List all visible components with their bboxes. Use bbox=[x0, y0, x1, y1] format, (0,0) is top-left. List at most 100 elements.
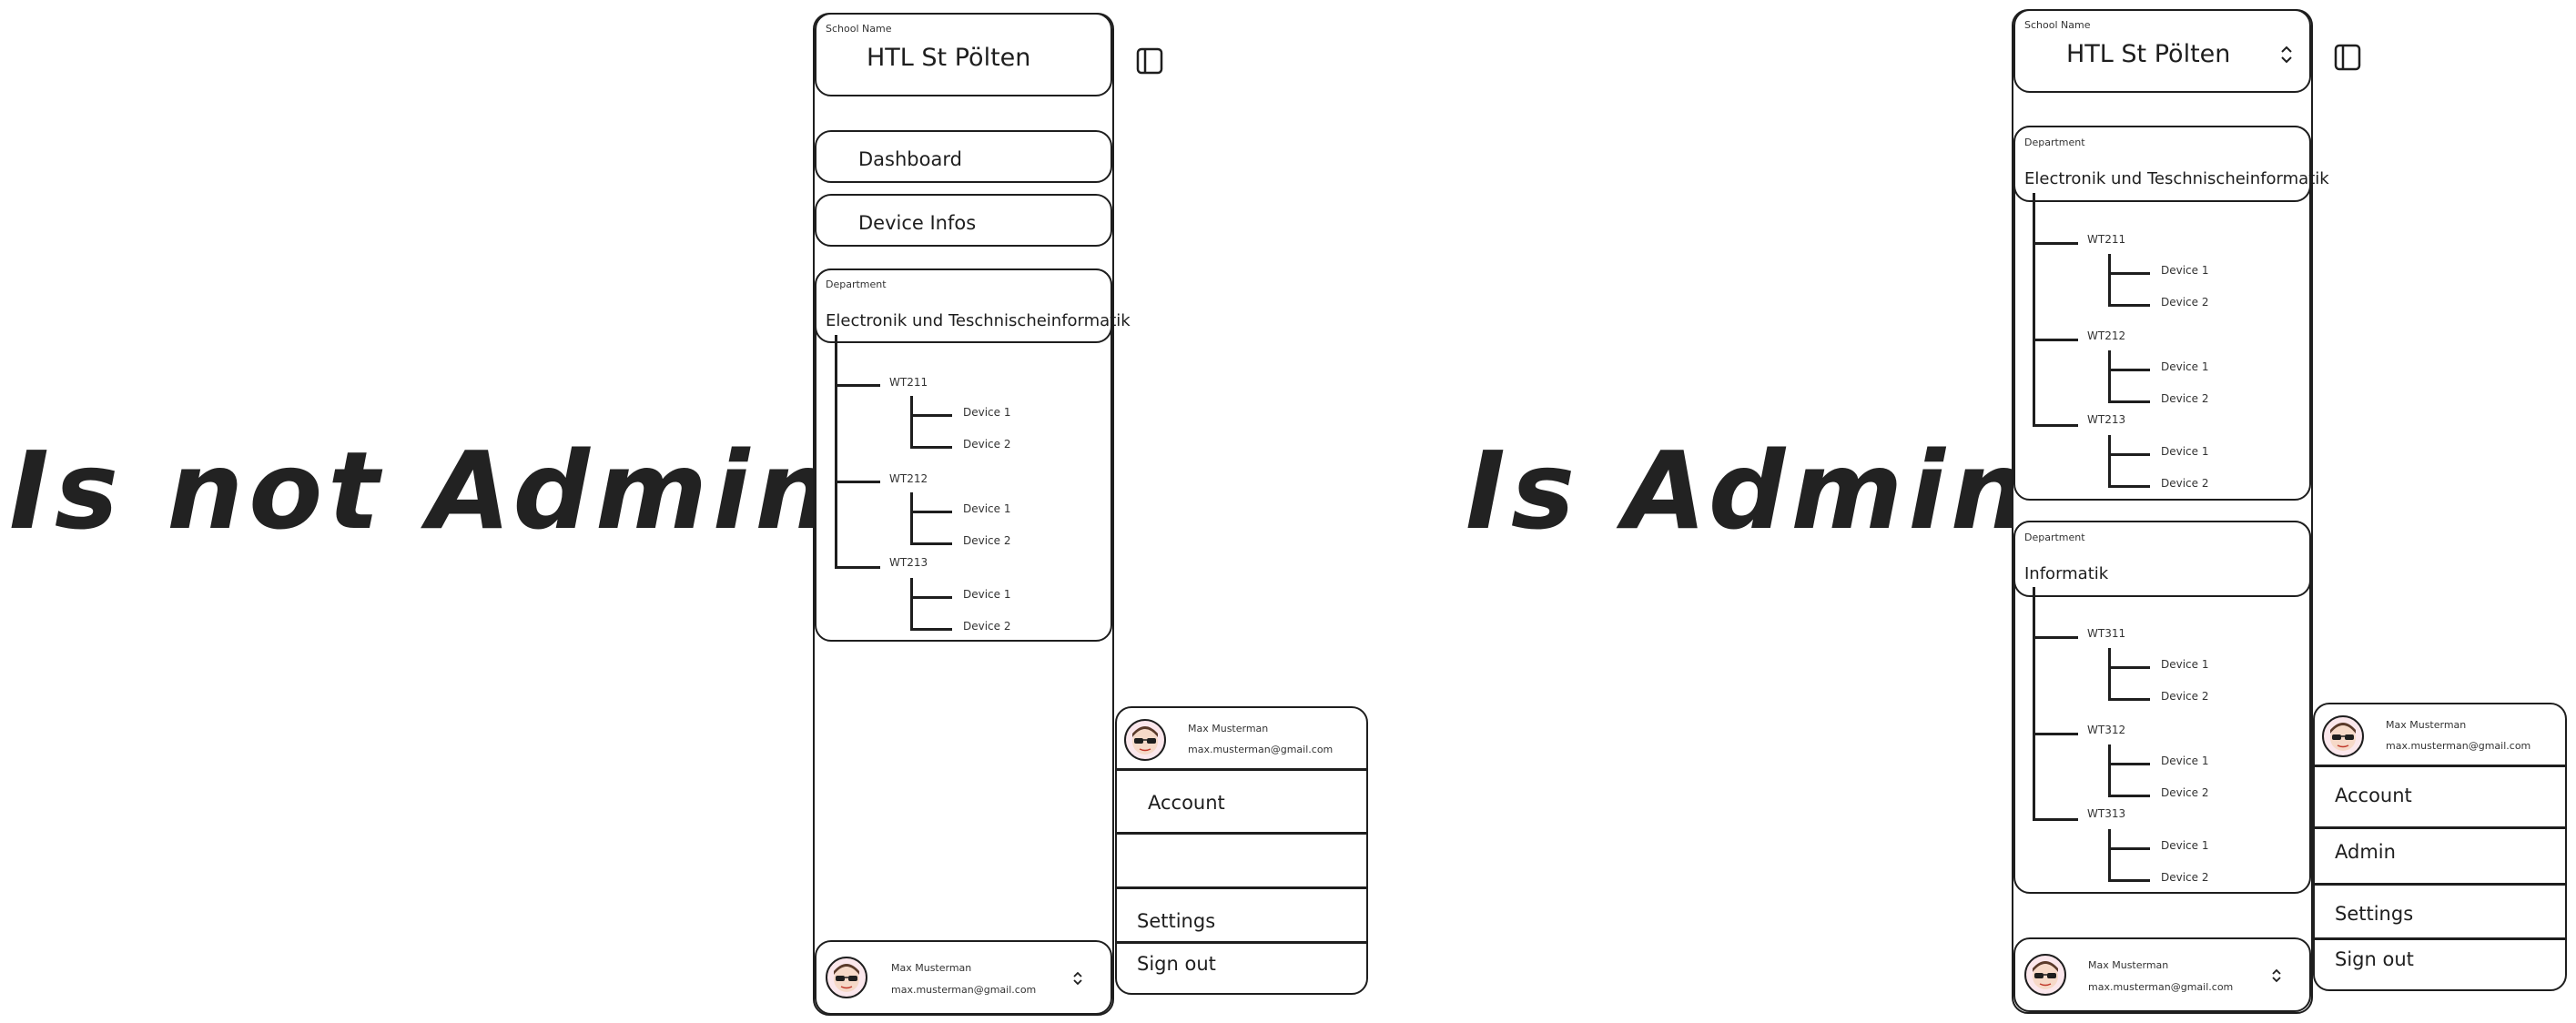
department-name: Informatik bbox=[2024, 564, 2109, 583]
user-menu: Max Musterman max.musterman@gmail.com Ac… bbox=[1115, 706, 1368, 995]
device-item[interactable]: Device 1 bbox=[2161, 839, 2209, 852]
department-caption: Department bbox=[2024, 137, 2085, 148]
avatar bbox=[2024, 954, 2066, 996]
sidebar-toggle-icon[interactable] bbox=[2334, 44, 2361, 71]
device-item[interactable]: Device 1 bbox=[2161, 755, 2209, 767]
tree-sub-branch bbox=[2108, 304, 2150, 307]
department-selector[interactable]: Department Electronik und Teschnischeinf… bbox=[2013, 126, 2329, 202]
tree-sub-trunk bbox=[910, 396, 913, 447]
device-item[interactable]: Device 1 bbox=[963, 502, 1011, 515]
school-caption: School Name bbox=[2024, 19, 2091, 31]
menu-item-account[interactable]: Account bbox=[1148, 792, 1225, 814]
class-item[interactable]: WT312 bbox=[2087, 724, 2125, 736]
menu-item-sign-out[interactable]: Sign out bbox=[2335, 948, 2414, 970]
tree-sub-branch bbox=[2108, 453, 2150, 456]
menu-item-sign-out[interactable]: Sign out bbox=[1137, 953, 1216, 975]
divider bbox=[1117, 768, 1366, 771]
device-item[interactable]: Device 1 bbox=[2161, 445, 2209, 458]
nav-device-infos[interactable]: Device Infos bbox=[815, 194, 1112, 247]
class-item[interactable]: WT213 bbox=[2087, 413, 2125, 426]
label-admin: Is Admin bbox=[1465, 428, 2033, 553]
divider bbox=[2315, 826, 2565, 829]
tree-sub-branch bbox=[2108, 763, 2150, 765]
tree-branch bbox=[835, 384, 880, 387]
tree-sub-branch bbox=[2108, 879, 2150, 882]
device-item[interactable]: Device 1 bbox=[963, 406, 1011, 419]
device-item[interactable]: Device 2 bbox=[2161, 392, 2209, 405]
divider bbox=[1117, 886, 1366, 889]
device-item[interactable]: Device 2 bbox=[2161, 296, 2209, 309]
user-name: Max Musterman bbox=[2088, 959, 2169, 971]
device-item[interactable]: Device 1 bbox=[2161, 264, 2209, 277]
tree-sub-branch bbox=[2108, 847, 2150, 850]
tree-sub-trunk bbox=[2108, 254, 2111, 305]
sidebar-toggle-icon[interactable] bbox=[1136, 47, 1163, 75]
school-selector[interactable]: School Name HTL St Pölten bbox=[2013, 9, 2311, 93]
tree-sub-branch bbox=[910, 542, 952, 545]
user-name: Max Musterman bbox=[891, 962, 972, 974]
label-not-admin: Is not Admin bbox=[9, 428, 837, 553]
device-item[interactable]: Device 2 bbox=[2161, 786, 2209, 799]
tree-sub-trunk bbox=[910, 578, 913, 629]
menu-item-empty bbox=[1117, 835, 1366, 886]
menu-item-admin[interactable]: Admin bbox=[2335, 841, 2396, 863]
user-footer[interactable]: Max Musterman max.musterman@gmail.com bbox=[815, 940, 1112, 1015]
tree-sub-trunk bbox=[2108, 648, 2111, 699]
device-item[interactable]: Device 2 bbox=[963, 438, 1011, 451]
tree-sub-branch bbox=[2108, 272, 2150, 275]
tree-sub-branch bbox=[910, 628, 952, 631]
menu-user-email: max.musterman@gmail.com bbox=[1188, 744, 1334, 755]
class-item[interactable]: WT212 bbox=[2087, 329, 2125, 342]
device-item[interactable]: Device 2 bbox=[963, 620, 1011, 633]
tree-sub-branch bbox=[2108, 369, 2150, 371]
tree-branch bbox=[2033, 818, 2078, 821]
department-selector[interactable]: Department Electronik und Teschnischeinf… bbox=[815, 268, 1131, 343]
school-name: HTL St Pölten bbox=[867, 44, 1031, 72]
tree-branch bbox=[835, 566, 880, 569]
avatar bbox=[1124, 719, 1166, 761]
user-footer[interactable]: Max Musterman max.musterman@gmail.com bbox=[2013, 937, 2311, 1012]
tree-sub-trunk bbox=[2108, 435, 2111, 486]
device-item[interactable]: Device 2 bbox=[2161, 477, 2209, 490]
class-item[interactable]: WT213 bbox=[889, 556, 928, 569]
tree-sub-branch bbox=[2108, 795, 2150, 797]
divider bbox=[2315, 765, 2565, 767]
class-item[interactable]: WT212 bbox=[889, 472, 928, 485]
tree-trunk bbox=[835, 335, 837, 568]
class-item[interactable]: WT311 bbox=[2087, 627, 2125, 640]
school-selector[interactable]: School Name HTL St Pölten bbox=[815, 13, 1112, 96]
user-email: max.musterman@gmail.com bbox=[2088, 981, 2234, 993]
nav-device-infos-label: Device Infos bbox=[858, 212, 977, 234]
department-caption: Department bbox=[2024, 532, 2085, 543]
tree-branch bbox=[2033, 339, 2078, 341]
class-item[interactable]: WT211 bbox=[889, 376, 928, 389]
device-item[interactable]: Device 1 bbox=[2161, 360, 2209, 373]
device-item[interactable]: Device 2 bbox=[963, 534, 1011, 547]
tree-sub-trunk bbox=[910, 492, 913, 543]
tree-sub-trunk bbox=[2108, 829, 2111, 880]
department-selector[interactable]: Department Informatik bbox=[2013, 521, 2311, 597]
device-item[interactable]: Device 1 bbox=[963, 588, 1011, 601]
menu-item-settings[interactable]: Settings bbox=[1137, 910, 1215, 932]
user-menu: Max Musterman max.musterman@gmail.com Ac… bbox=[2313, 703, 2567, 991]
menu-item-settings[interactable]: Settings bbox=[2335, 903, 2413, 925]
divider bbox=[2315, 883, 2565, 886]
menu-item-account[interactable]: Account bbox=[2335, 785, 2412, 806]
chevron-up-down-icon bbox=[1073, 971, 1082, 986]
menu-user-name: Max Musterman bbox=[1188, 723, 1269, 734]
tree-sub-branch bbox=[2108, 666, 2150, 669]
class-item[interactable]: WT211 bbox=[2087, 233, 2125, 246]
device-item[interactable]: Device 2 bbox=[2161, 690, 2209, 703]
tree-sub-branch bbox=[910, 596, 952, 599]
avatar-face-icon bbox=[2330, 723, 2356, 751]
avatar bbox=[2322, 715, 2364, 757]
menu-user-email: max.musterman@gmail.com bbox=[2386, 740, 2531, 752]
tree-branch bbox=[2033, 733, 2078, 735]
class-item[interactable]: WT313 bbox=[2087, 807, 2125, 820]
avatar-face-icon bbox=[2033, 961, 2058, 989]
device-item[interactable]: Device 1 bbox=[2161, 658, 2209, 671]
school-caption: School Name bbox=[826, 23, 892, 35]
nav-dashboard[interactable]: Dashboard bbox=[815, 130, 1112, 183]
tree-branch bbox=[2033, 242, 2078, 245]
device-item[interactable]: Device 2 bbox=[2161, 871, 2209, 884]
